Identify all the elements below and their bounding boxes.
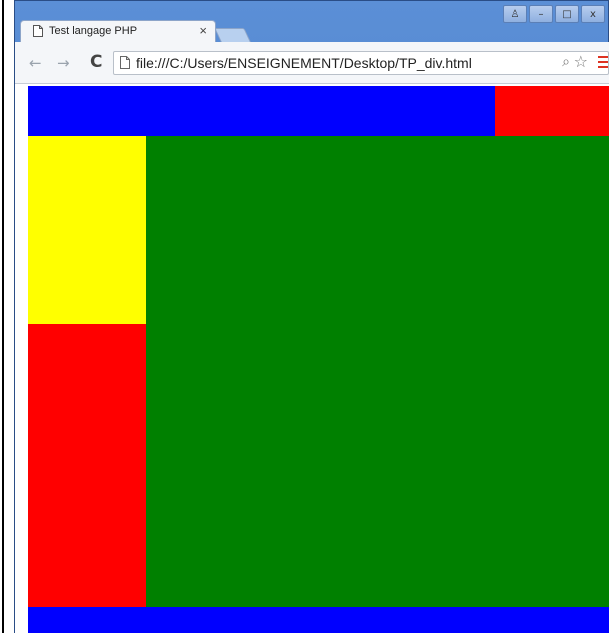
user-icon[interactable]: ♙ bbox=[503, 5, 527, 23]
zoom-icon[interactable]: ⌕ bbox=[562, 54, 570, 70]
header-right-block bbox=[495, 86, 609, 136]
tab-close-icon[interactable]: × bbox=[199, 23, 207, 38]
reload-icon[interactable]: C bbox=[90, 52, 102, 72]
page-viewport bbox=[15, 84, 609, 633]
outer-left-margin bbox=[0, 0, 10, 633]
minimize-button[interactable]: – bbox=[529, 5, 553, 23]
url-text: file:///C:/Users/ENSEIGNEMENT/Desktop/TP… bbox=[136, 55, 472, 71]
sidebar-top-block bbox=[28, 136, 146, 324]
menu-icon[interactable] bbox=[598, 56, 608, 68]
main-content-block bbox=[146, 136, 609, 607]
bookmark-star-icon[interactable]: ☆ bbox=[574, 52, 588, 71]
address-bar[interactable]: file:///C:/Users/ENSEIGNEMENT/Desktop/TP… bbox=[113, 51, 609, 75]
close-window-button[interactable]: x bbox=[581, 5, 605, 23]
browser-tab[interactable]: Test langage PHP × bbox=[20, 20, 216, 42]
window-buttons: ♙ – □ x bbox=[503, 5, 605, 23]
header-block bbox=[28, 86, 495, 136]
tab-title: Test langage PHP bbox=[49, 25, 138, 37]
maximize-button[interactable]: □ bbox=[555, 5, 579, 23]
footer-block bbox=[28, 607, 609, 633]
page-icon bbox=[33, 25, 43, 37]
outer-left-border bbox=[2, 0, 4, 633]
forward-arrow-icon[interactable]: → bbox=[57, 54, 70, 72]
sidebar-bottom-block bbox=[28, 324, 146, 607]
back-arrow-icon[interactable]: ← bbox=[29, 54, 42, 72]
browser-toolbar: ← → C file:///C:/Users/ENSEIGNEMENT/Desk… bbox=[15, 42, 609, 84]
page-icon bbox=[120, 56, 130, 69]
